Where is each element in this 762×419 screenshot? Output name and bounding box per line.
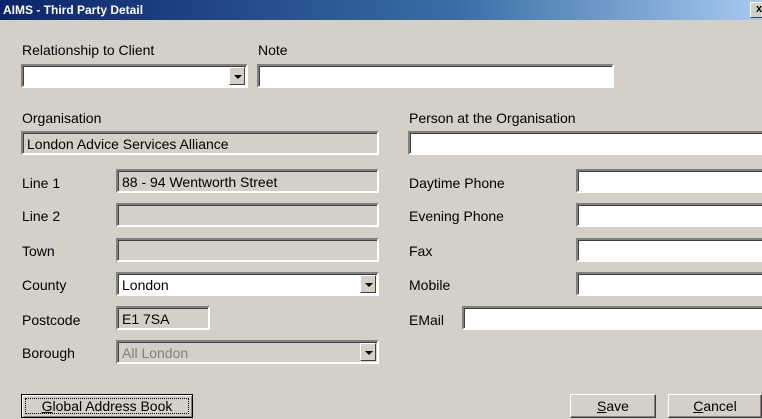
save-accel: S xyxy=(597,398,607,414)
mobile-label: Mobile xyxy=(409,277,451,293)
window-title: AIMS - Third Party Detail xyxy=(3,3,144,17)
line1-label: Line 1 xyxy=(22,175,61,191)
email-field[interactable] xyxy=(462,306,762,330)
title-bar: AIMS - Third Party Detail x xyxy=(0,0,762,20)
evening-phone-field[interactable] xyxy=(576,203,762,227)
relationship-label: Relationship to Client xyxy=(22,42,155,58)
cancel-button[interactable]: Cancel xyxy=(668,394,762,418)
global-address-book-button[interactable]: Global Address Book xyxy=(21,394,193,418)
town-field[interactable] xyxy=(116,238,379,262)
cancel-label: ancel xyxy=(703,398,737,414)
line2-label: Line 2 xyxy=(22,208,61,224)
evening-phone-label: Evening Phone xyxy=(409,208,504,224)
third-party-detail-window: AIMS - Third Party Detail x Relationship… xyxy=(0,0,762,419)
borough-label: Borough xyxy=(22,345,75,361)
relationship-select[interactable] xyxy=(21,64,248,88)
line2-field[interactable] xyxy=(116,203,379,227)
cancel-accel: C xyxy=(693,398,704,414)
fax-field[interactable] xyxy=(576,238,762,262)
focus-rectangle xyxy=(25,398,189,414)
county-label: County xyxy=(22,277,67,293)
borough-value: All London xyxy=(122,345,189,361)
email-label: EMail xyxy=(409,312,445,328)
close-icon[interactable]: x xyxy=(750,2,762,18)
note-field[interactable] xyxy=(257,64,614,88)
daytime-phone-field[interactable] xyxy=(576,169,762,193)
save-button[interactable]: Save xyxy=(570,394,656,418)
save-label: ave xyxy=(606,398,629,414)
person-field[interactable] xyxy=(408,131,762,155)
chevron-down-icon xyxy=(234,75,242,79)
organisation-field[interactable]: London Advice Services Alliance xyxy=(21,131,379,155)
line1-field[interactable]: 88 - 94 Wentworth Street xyxy=(116,169,379,193)
daytime-phone-label: Daytime Phone xyxy=(409,175,505,191)
chevron-down-icon xyxy=(365,283,373,287)
line1-value: 88 - 94 Wentworth Street xyxy=(122,174,278,190)
fax-label: Fax xyxy=(409,243,433,259)
town-label: Town xyxy=(22,243,55,259)
relationship-dropdown-button[interactable] xyxy=(229,67,245,85)
person-label: Person at the Organisation xyxy=(409,110,576,126)
county-value: London xyxy=(122,277,169,293)
county-select[interactable]: London xyxy=(116,272,379,296)
mobile-field[interactable] xyxy=(576,272,762,296)
postcode-label: Postcode xyxy=(22,312,81,328)
organisation-label: Organisation xyxy=(22,110,102,126)
county-dropdown-button[interactable] xyxy=(360,275,376,293)
organisation-value: London Advice Services Alliance xyxy=(27,136,229,152)
postcode-field[interactable]: E1 7SA xyxy=(116,306,210,330)
postcode-value: E1 7SA xyxy=(122,311,170,327)
chevron-down-icon xyxy=(365,351,373,355)
note-label: Note xyxy=(258,42,288,58)
borough-select[interactable]: All London xyxy=(116,340,379,364)
borough-dropdown-button[interactable] xyxy=(360,343,376,361)
